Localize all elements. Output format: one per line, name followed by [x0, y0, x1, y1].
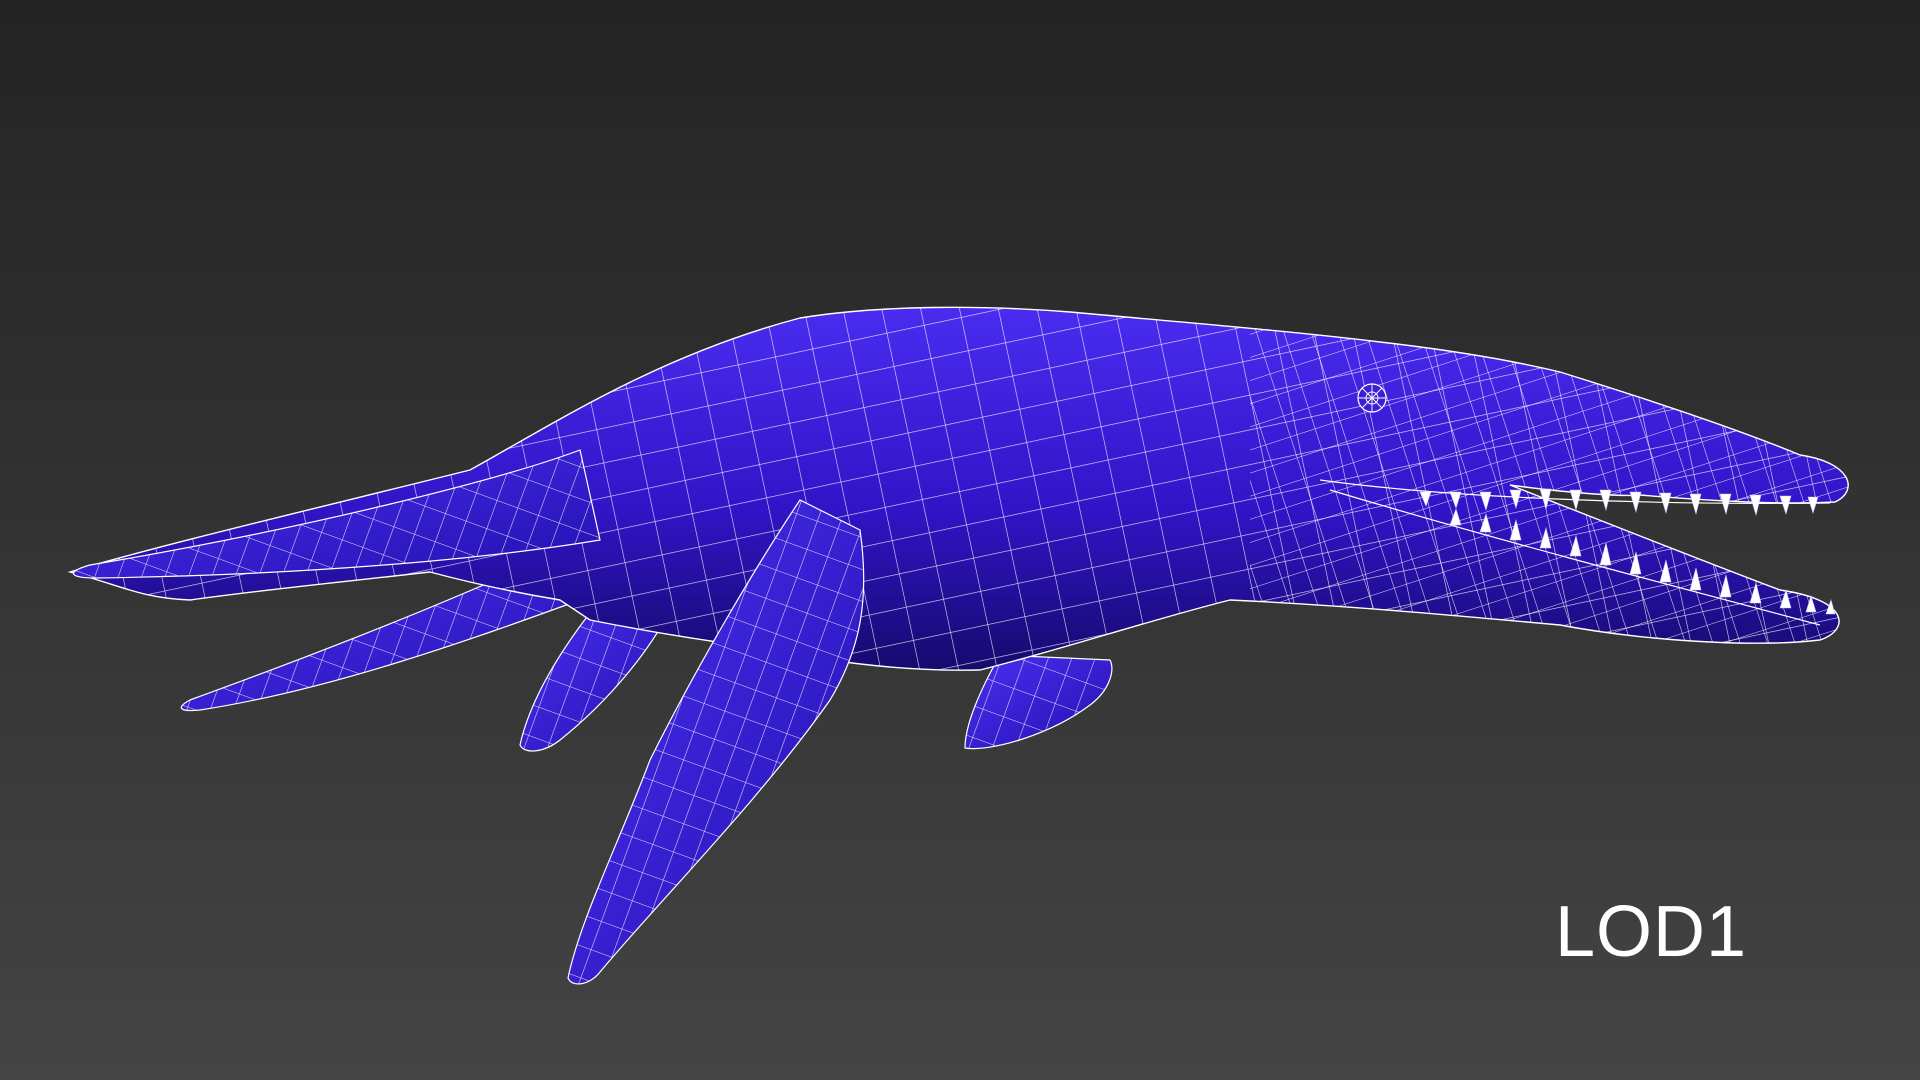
eye — [1357, 383, 1387, 413]
3d-viewport[interactable]: LOD1 — [0, 0, 1920, 1080]
belly-fin — [964, 654, 1113, 750]
lod-label: LOD1 — [1555, 892, 1748, 972]
body-mesh — [67, 306, 1849, 671]
